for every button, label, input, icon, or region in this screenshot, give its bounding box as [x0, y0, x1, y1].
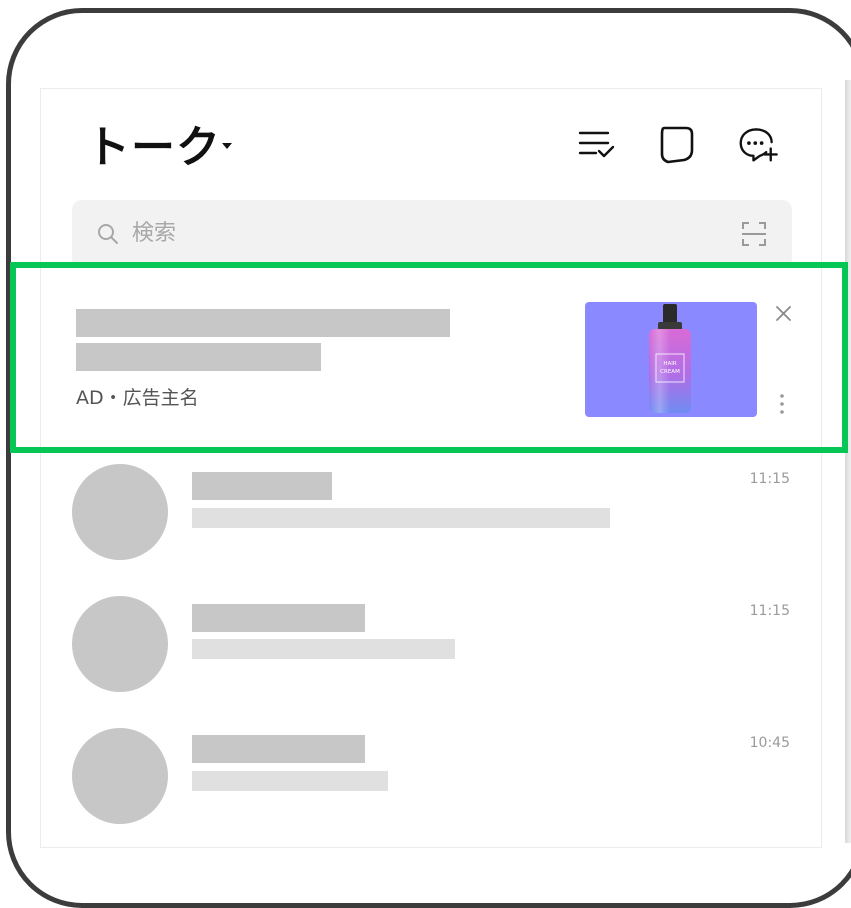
search-bar[interactable]: 検索 [72, 200, 792, 268]
chat-timestamp: 11:15 [749, 603, 790, 619]
chat-message-placeholder [192, 771, 388, 791]
chat-bubble-icon[interactable] [656, 124, 696, 164]
page-title[interactable]: トーク [86, 120, 221, 176]
chat-list-item[interactable]: 11:15 [42, 462, 820, 592]
chat-list-item[interactable]: 10:45 [42, 726, 820, 856]
chat-timestamp: 11:15 [749, 471, 790, 487]
sort-check-icon[interactable] [576, 124, 616, 164]
chat-name-placeholder [192, 735, 365, 763]
chat-list-item[interactable]: 11:15 [42, 594, 820, 724]
search-icon [98, 224, 118, 244]
avatar [72, 596, 168, 692]
qr-scan-icon[interactable] [740, 220, 768, 248]
avatar [72, 728, 168, 824]
chevron-down-icon[interactable] [222, 143, 232, 149]
chat-timestamp: 10:45 [749, 735, 790, 751]
search-input[interactable]: 検索 [132, 218, 176, 250]
chat-message-placeholder [192, 508, 610, 528]
chat-name-placeholder [192, 472, 332, 500]
ad-highlight-frame [10, 262, 848, 453]
avatar [72, 464, 168, 560]
phone-edge-shadow [845, 80, 851, 843]
chat-message-placeholder [192, 639, 455, 659]
new-chat-icon[interactable] [738, 124, 778, 164]
chat-name-placeholder [192, 604, 365, 632]
